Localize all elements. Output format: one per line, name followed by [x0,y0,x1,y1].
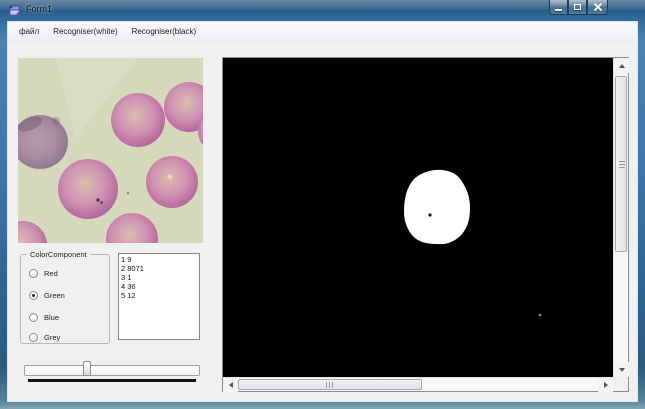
trackbar-channel[interactable] [24,365,200,376]
arrow-right-icon [603,382,608,388]
vertical-scroll-track[interactable] [614,73,629,362]
radio-grey-label: Grey [44,332,61,342]
radio-circle-icon [29,332,38,342]
window-title: Form1 [26,4,53,14]
window-controls [549,0,608,15]
radio-circle-icon [29,290,38,300]
horizontal-scrollbar[interactable] [223,377,613,392]
arrow-down-icon [618,367,625,372]
trackbar[interactable] [24,361,200,377]
maximize-icon [574,4,581,10]
menubar: файл Recogniser(white) Recogniser(black) [8,22,637,42]
menu-item-recogniser-black[interactable]: Recogniser(black) [125,24,203,39]
trackbar-thumb[interactable] [83,361,92,376]
app-icon [9,5,20,16]
groupbox-title: ColorComponent [27,250,90,259]
recognition-panel [222,57,629,392]
radio-blue[interactable]: Blue [29,311,59,323]
arrow-left-icon [228,382,233,388]
list-item[interactable]: 3 1 [121,273,197,282]
maximize-button[interactable] [568,0,587,15]
horizontal-scroll-track[interactable] [238,378,598,392]
menu-item-file[interactable]: файл [12,24,46,39]
scroll-down-button[interactable] [614,362,629,377]
vertical-scrollbar[interactable] [613,58,629,377]
mask-graphic [223,58,613,377]
list-item[interactable]: 4 36 [121,282,197,291]
radio-red[interactable]: Red [29,267,58,279]
radio-circle-icon [29,312,38,322]
list-item[interactable]: 2 8071 [121,264,197,273]
radio-grey[interactable]: Grey [29,331,60,343]
minimize-button[interactable] [549,0,568,15]
results-listbox[interactable]: 1 92 8071 3 14 36 5 12 [118,253,200,340]
vertical-scroll-thumb[interactable] [615,75,627,253]
client-area: файл Recogniser(white) Recogniser(black) [7,21,638,402]
menu-item-recogniser-white[interactable]: Recogniser(white) [46,24,124,39]
radio-circle-icon [29,268,38,278]
mask-image [223,58,613,377]
color-component-groupbox: ColorComponent Red Green Blue Grey [20,250,110,344]
separator-line [28,379,196,382]
radio-red-label: Red [44,268,58,278]
scroll-up-button[interactable] [614,58,629,73]
app-window: Form1 файл Recogniser(white) Recogniser(… [0,0,645,409]
titlebar[interactable]: Form1 [0,0,645,22]
close-button[interactable] [587,0,608,15]
scroll-right-button[interactable] [598,378,613,392]
scroll-left-button[interactable] [223,378,238,392]
list-item[interactable]: 5 12 [121,291,197,300]
arrow-up-icon [618,63,625,68]
blood-cells-graphic [18,58,203,243]
close-icon [594,3,602,11]
blood-cells-image[interactable] [18,58,203,243]
radio-blue-label: Blue [44,312,60,322]
detected-cell-blob [404,169,470,245]
minimize-icon [555,8,562,11]
radio-green-label: Green [44,290,65,300]
horizontal-scroll-thumb[interactable] [238,379,422,390]
radio-green[interactable]: Green [29,289,65,301]
list-item[interactable]: 1 9 [121,255,197,264]
scrollbar-corner [613,377,628,391]
